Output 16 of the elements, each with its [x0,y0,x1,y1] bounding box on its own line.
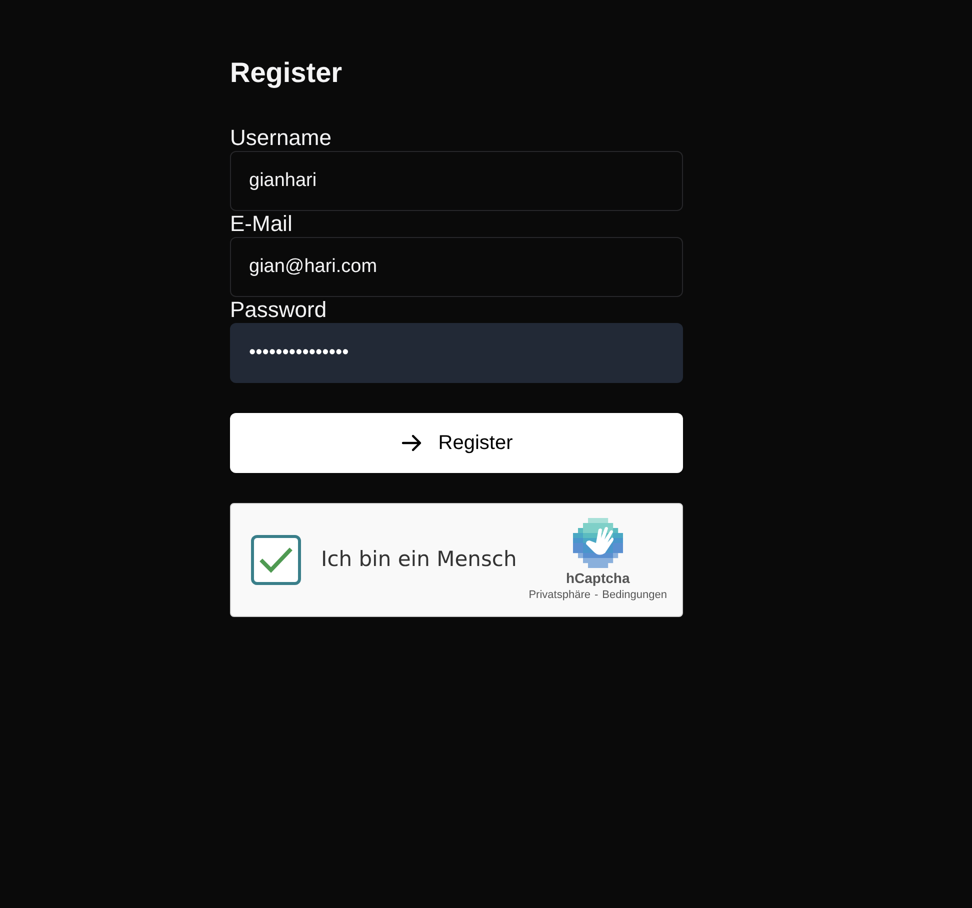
link-separator: - [594,588,598,602]
field-label: E-Mail [230,211,292,237]
privacy-link[interactable]: Privatsphäre [528,586,590,602]
page-title: Register [230,56,342,90]
field-label: Username [230,125,332,151]
checkmark-icon [258,545,294,575]
hand-mosaic-icon [572,518,623,568]
input-field[interactable]: gian@hari.com [230,237,683,297]
register-button[interactable]: Register [230,413,683,473]
terms-link[interactable]: Bedingungen [602,586,667,602]
captcha-brand: hCaptcha [566,568,630,586]
input-field[interactable]: ••••••••••••••• [230,323,683,383]
captcha-label: Ich bin ein Mensch [321,546,517,574]
captcha-checkbox[interactable] [251,535,301,585]
field-label: Password [230,297,327,323]
input-field[interactable]: gianhari [230,151,683,211]
